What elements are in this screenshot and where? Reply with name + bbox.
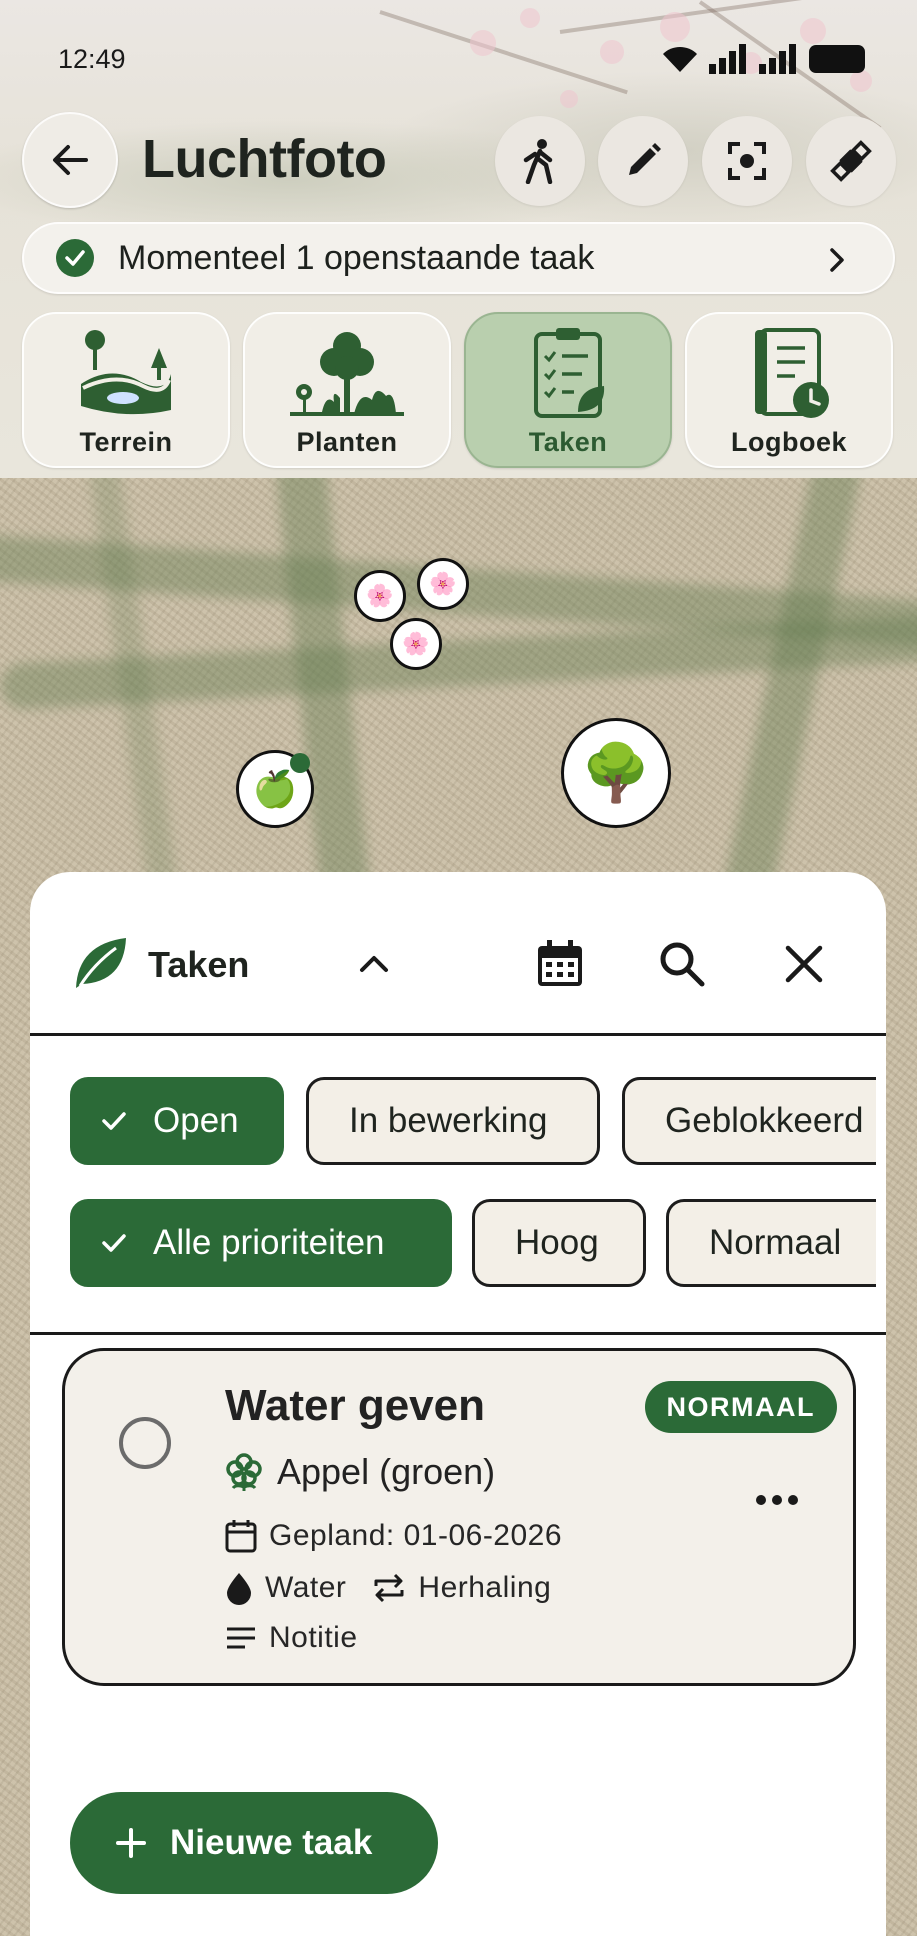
calendar-icon: [538, 940, 582, 986]
task-type-row: Water Herhaling: [225, 1571, 551, 1605]
logbook-icon: [755, 328, 829, 418]
tasks-sheet: Taken Open In bewerking Geblokkeerd Alle…: [30, 872, 886, 1936]
filter-area: Open In bewerking Geblokkeerd Alle prior…: [30, 1039, 886, 1335]
battery-icon: [809, 45, 865, 73]
close-button[interactable]: [774, 934, 834, 994]
task-indicator-dot: [290, 753, 310, 773]
tab-planten-label: Planten: [296, 427, 398, 457]
more-options-icon[interactable]: [755, 1493, 799, 1507]
clipboard-tasks-icon: [534, 328, 605, 418]
task-note: Notitie: [269, 1621, 358, 1654]
filter-hoog-chip[interactable]: Hoog: [472, 1199, 646, 1287]
tab-logboek[interactable]: Logboek: [685, 312, 893, 468]
plus-icon: [116, 1828, 146, 1858]
task-repeat: Herhaling: [418, 1571, 552, 1604]
plants-icon: [290, 332, 404, 416]
filter-hoog-label: Hoog: [515, 1223, 599, 1262]
edit-button[interactable]: [598, 116, 688, 206]
tab-taken-label: Taken: [528, 427, 608, 457]
search-button[interactable]: [652, 934, 712, 994]
pencil-icon: [629, 143, 661, 175]
map-marker-blossom[interactable]: 🌸: [354, 570, 406, 622]
focus-button[interactable]: [702, 116, 792, 206]
satellite-button[interactable]: [806, 116, 896, 206]
calendar-button[interactable]: [530, 934, 590, 994]
chevron-right-icon: [830, 248, 844, 272]
status-icons: [661, 44, 865, 74]
task-planned-row: Gepland: 01-06-2026: [225, 1519, 562, 1553]
focus-center-icon: [728, 142, 766, 180]
back-button[interactable]: [22, 112, 118, 208]
task-type: Water: [265, 1571, 347, 1604]
check-circle-icon: [56, 239, 94, 277]
task-planned: Gepland: 01-06-2026: [269, 1519, 563, 1552]
signal-icon: [709, 44, 746, 74]
filter-all-priorities-label: Alle prioriteiten: [153, 1223, 385, 1262]
priority-filter-row: Alle prioriteiten Hoog Normaal: [70, 1199, 876, 1289]
walking-person-icon: [523, 139, 553, 184]
close-icon: [785, 945, 823, 983]
calendar-outline-icon: [225, 1520, 257, 1553]
satellite-icon: [830, 140, 872, 182]
plant-name: Appel (groen): [277, 1451, 496, 1492]
task-note-row: Notitie: [225, 1621, 358, 1655]
notes-icon: [227, 1627, 255, 1649]
filter-normaal-chip[interactable]: Normaal: [666, 1199, 876, 1287]
sheet-title: Taken: [148, 944, 250, 985]
filter-geblokkeerd-label: Geblokkeerd: [665, 1101, 864, 1140]
filter-open-chip[interactable]: Open: [70, 1077, 284, 1165]
leaf-icon: [76, 938, 126, 988]
wifi-icon: [663, 46, 697, 72]
tab-logboek-label: Logboek: [731, 427, 847, 457]
filter-all-priorities-chip[interactable]: Alle prioriteiten: [70, 1199, 452, 1287]
status-filter-row: Open In bewerking Geblokkeerd: [70, 1077, 876, 1167]
check-icon: [101, 1108, 127, 1134]
filter-in-bewerking-label: In bewerking: [349, 1101, 548, 1140]
priority-badge: NORMAAL: [644, 1381, 837, 1433]
task-plant: Appel (groen): [225, 1451, 495, 1493]
tab-taken[interactable]: Taken: [464, 312, 672, 468]
open-tasks-banner[interactable]: Momenteel 1 openstaande taak: [22, 222, 895, 294]
map-marker-tree[interactable]: 🌳: [561, 718, 671, 828]
check-icon: [101, 1230, 127, 1256]
tab-planten[interactable]: Planten: [243, 312, 451, 468]
tab-terrein-label: Terrein: [79, 427, 173, 457]
search-icon: [660, 942, 705, 987]
filter-open-label: Open: [153, 1101, 239, 1140]
filter-in-bewerking-chip[interactable]: In bewerking: [306, 1077, 600, 1165]
new-task-button[interactable]: Nieuwe taak: [70, 1792, 438, 1894]
map-marker-blossom[interactable]: 🌸: [390, 618, 442, 670]
task-complete-checkbox[interactable]: [119, 1417, 171, 1469]
new-task-label: Nieuwe taak: [170, 1823, 373, 1862]
chevron-up-icon[interactable]: [354, 944, 394, 984]
status-time: 12:49: [58, 44, 126, 74]
tab-terrein[interactable]: Terrein: [22, 312, 230, 468]
filter-normaal-label: Normaal: [709, 1223, 842, 1262]
terrain-icon: [81, 330, 171, 415]
signal-icon: [759, 44, 796, 74]
water-drop-icon: [227, 1573, 251, 1605]
task-title: Water geven: [225, 1381, 486, 1430]
page-title: Luchtfoto: [142, 129, 387, 189]
walk-mode-button[interactable]: [495, 116, 585, 206]
repeat-icon: [374, 1573, 404, 1603]
flower-icon: [226, 1453, 262, 1491]
map-marker-blossom[interactable]: 🌸: [417, 558, 469, 610]
sheet-header: Taken: [30, 872, 886, 1036]
task-card[interactable]: Water geven NORMAAL Appel (groen) Geplan…: [62, 1348, 856, 1686]
filter-geblokkeerd-chip[interactable]: Geblokkeerd: [622, 1077, 876, 1165]
arrow-left-icon: [53, 145, 88, 175]
banner-text: Momenteel 1 openstaande taak: [118, 238, 595, 277]
